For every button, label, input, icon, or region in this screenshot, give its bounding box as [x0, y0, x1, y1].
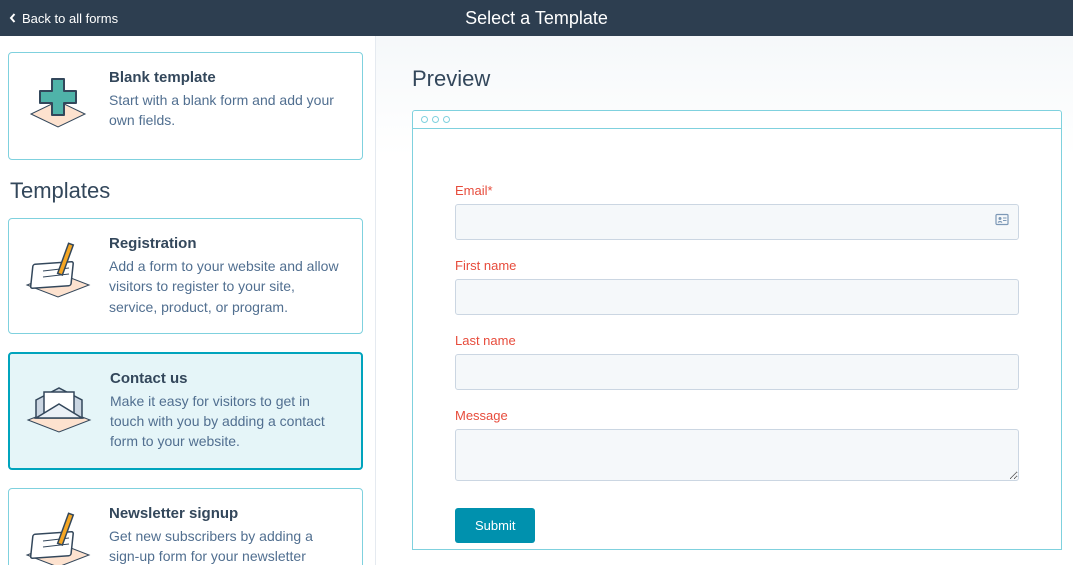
- window-dot-icon: [443, 116, 450, 123]
- email-label: Email*: [455, 183, 1019, 198]
- preview-heading: Preview: [412, 66, 1073, 92]
- card-desc: Add a form to your website and allow vis…: [109, 256, 346, 317]
- window-dot-icon: [421, 116, 428, 123]
- preview-window: Email* First name Last name Message Subm…: [412, 110, 1062, 550]
- card-title: Blank template: [109, 69, 346, 86]
- first-name-field[interactable]: [455, 279, 1019, 315]
- card-title: Newsletter signup: [109, 505, 346, 522]
- templates-heading: Templates: [10, 178, 363, 204]
- card-title: Contact us: [110, 370, 345, 387]
- last-name-label: Last name: [455, 333, 1019, 348]
- template-card-newsletter[interactable]: Newsletter signup Get new subscribers by…: [8, 488, 363, 565]
- chevron-left-icon: [8, 13, 18, 23]
- template-card-contact-us[interactable]: Contact us Make it easy for visitors to …: [8, 352, 363, 470]
- browser-chrome: [413, 111, 1061, 129]
- card-desc: Start with a blank form and add your own…: [109, 90, 346, 131]
- registration-form-icon: [21, 235, 95, 309]
- template-sidebar: Blank template Start with a blank form a…: [0, 36, 376, 565]
- page-title: Select a Template: [465, 8, 608, 29]
- header-bar: Back to all forms Select a Template: [0, 0, 1073, 36]
- message-label: Message: [455, 408, 1019, 423]
- first-name-label: First name: [455, 258, 1019, 273]
- template-card-blank[interactable]: Blank template Start with a blank form a…: [8, 52, 363, 160]
- newsletter-form-icon: [21, 505, 95, 565]
- back-label: Back to all forms: [22, 11, 118, 26]
- card-desc: Make it easy for visitors to get in touc…: [110, 391, 345, 452]
- template-card-registration[interactable]: Registration Add a form to your website …: [8, 218, 363, 334]
- back-to-forms-link[interactable]: Back to all forms: [8, 11, 118, 26]
- plus-block-icon: [21, 69, 95, 143]
- window-dot-icon: [432, 116, 439, 123]
- preview-panel: Preview Email* First name Last name: [376, 36, 1073, 565]
- last-name-field[interactable]: [455, 354, 1019, 390]
- contact-card-icon: [995, 213, 1009, 232]
- message-field[interactable]: [455, 429, 1019, 481]
- card-desc: Get new subscribers by adding a sign-up …: [109, 526, 346, 565]
- preview-form: Email* First name Last name Message Subm…: [413, 129, 1061, 550]
- envelope-icon: [22, 370, 96, 444]
- submit-button[interactable]: Submit: [455, 508, 535, 543]
- email-field[interactable]: [455, 204, 1019, 240]
- card-title: Registration: [109, 235, 346, 252]
